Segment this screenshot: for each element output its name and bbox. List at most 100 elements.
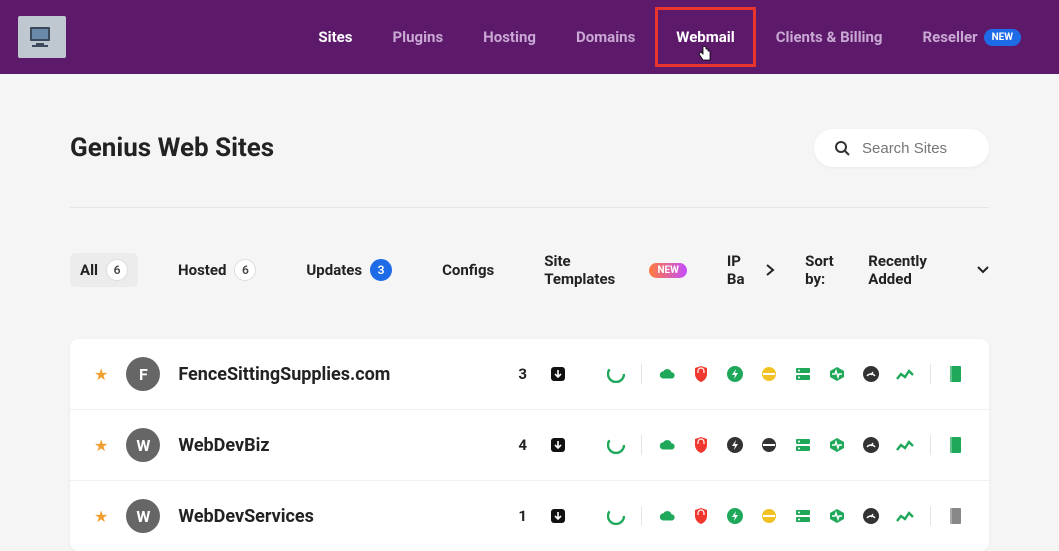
filter-label: Updates <box>306 261 362 279</box>
sort-area: Sort by: Recently Added <box>805 252 989 288</box>
nav-domains[interactable]: Domains <box>556 7 655 67</box>
chart-icon[interactable] <box>896 436 914 454</box>
book-icon[interactable] <box>947 436 965 454</box>
separator <box>930 364 931 384</box>
site-avatar: W <box>126 428 160 462</box>
book-icon[interactable] <box>947 507 965 525</box>
page-title: Genius Web Sites <box>70 133 274 163</box>
chevron-right-icon <box>765 264 775 276</box>
star-icon[interactable]: ★ <box>94 365 108 384</box>
nav-label: Hosting <box>483 28 536 46</box>
shield-icon[interactable] <box>692 436 710 454</box>
count-badge: 3 <box>370 259 392 281</box>
sort-value-text: Recently Added <box>868 252 971 288</box>
filter-label: Hosted <box>178 261 226 279</box>
bolt-icon[interactable] <box>726 436 744 454</box>
new-badge: NEW <box>649 263 686 278</box>
gauge-icon[interactable] <box>862 365 880 383</box>
swoosh-icon[interactable] <box>607 436 625 454</box>
site-row[interactable]: ★ F FenceSittingSupplies.com 3 <box>70 339 989 410</box>
shield-icon[interactable] <box>692 365 710 383</box>
chart-icon[interactable] <box>896 507 914 525</box>
filter-all[interactable]: All 6 <box>70 253 138 287</box>
update-count: 1 <box>518 507 527 525</box>
chart-icon[interactable] <box>896 365 914 383</box>
site-row[interactable]: ★ W WebDevBiz 4 <box>70 410 989 481</box>
filter-updates[interactable]: Updates 3 <box>296 253 402 287</box>
filter-more[interactable]: IP Ba <box>727 252 775 288</box>
separator <box>641 435 642 455</box>
nav-hosting[interactable]: Hosting <box>463 7 556 67</box>
search-box[interactable] <box>814 129 989 167</box>
bolt-icon[interactable] <box>726 507 744 525</box>
divider <box>70 207 989 208</box>
sort-dropdown[interactable]: Recently Added <box>868 252 989 288</box>
nav-clients-billing[interactable]: Clients & Billing <box>756 7 903 67</box>
pulse-icon[interactable] <box>828 365 846 383</box>
download-icon[interactable] <box>549 507 567 525</box>
chevron-down-icon <box>977 266 989 274</box>
nav-label: Sites <box>318 28 352 46</box>
disc-icon[interactable] <box>760 436 778 454</box>
site-avatar: W <box>126 499 160 533</box>
swoosh-icon[interactable] <box>607 507 625 525</box>
search-input[interactable] <box>862 140 969 157</box>
star-icon[interactable]: ★ <box>94 436 108 455</box>
nav-label: Domains <box>576 28 635 46</box>
separator <box>930 506 931 526</box>
filter-label: All <box>80 261 98 279</box>
nav-label: Plugins <box>392 28 443 46</box>
filter-label: Configs <box>442 261 494 279</box>
separator <box>641 506 642 526</box>
count-badge: 6 <box>106 259 128 281</box>
pulse-icon[interactable] <box>828 507 846 525</box>
separator <box>930 435 931 455</box>
filter-hosted[interactable]: Hosted 6 <box>168 253 266 287</box>
cloud-icon[interactable] <box>658 365 676 383</box>
separator <box>641 364 642 384</box>
cloud-icon[interactable] <box>658 507 676 525</box>
cloud-icon[interactable] <box>658 436 676 454</box>
icon-strip: 1 <box>518 506 965 526</box>
gauge-icon[interactable] <box>862 507 880 525</box>
site-row[interactable]: ★ W WebDevServices 1 <box>70 481 989 551</box>
site-name[interactable]: FenceSittingSupplies.com <box>178 364 518 385</box>
filter-templates[interactable]: Site Templates NEW <box>534 246 697 294</box>
cursor-hand-icon <box>698 44 714 64</box>
nav-reseller[interactable]: Reseller NEW <box>903 7 1042 67</box>
server-icon[interactable] <box>794 365 812 383</box>
search-icon <box>834 139 850 157</box>
content-area: Genius Web Sites All 6 Hosted 6 Updates … <box>0 129 1059 551</box>
download-icon[interactable] <box>549 365 567 383</box>
main-nav: Sites Plugins Hosting Domains Webmail Cl… <box>298 7 1041 67</box>
sites-list: ★ F FenceSittingSupplies.com 3 ★ W WebDe… <box>70 339 989 551</box>
filter-label: Site Templates <box>544 252 641 288</box>
disc-icon[interactable] <box>760 365 778 383</box>
gauge-icon[interactable] <box>862 436 880 454</box>
server-icon[interactable] <box>794 507 812 525</box>
filter-label: IP Ba <box>727 252 761 288</box>
nav-webmail[interactable]: Webmail <box>655 7 755 67</box>
nav-sites[interactable]: Sites <box>298 7 372 67</box>
bolt-icon[interactable] <box>726 365 744 383</box>
book-icon[interactable] <box>947 365 965 383</box>
server-icon[interactable] <box>794 436 812 454</box>
site-avatar: F <box>126 357 160 391</box>
pulse-icon[interactable] <box>828 436 846 454</box>
disc-icon[interactable] <box>760 507 778 525</box>
star-icon[interactable]: ★ <box>94 507 108 526</box>
logo[interactable] <box>18 16 66 58</box>
nav-plugins[interactable]: Plugins <box>372 7 463 67</box>
icon-strip: 4 <box>518 435 965 455</box>
filter-configs[interactable]: Configs <box>432 255 504 285</box>
swoosh-icon[interactable] <box>607 365 625 383</box>
update-count: 3 <box>518 365 527 383</box>
new-badge: NEW <box>984 29 1021 46</box>
nav-label: Clients & Billing <box>776 28 883 46</box>
site-name[interactable]: WebDevBiz <box>178 435 518 456</box>
site-name[interactable]: WebDevServices <box>178 506 518 527</box>
top-navbar: Sites Plugins Hosting Domains Webmail Cl… <box>0 0 1059 74</box>
shield-icon[interactable] <box>692 507 710 525</box>
filter-row: All 6 Hosted 6 Updates 3 Configs Site Te… <box>70 246 989 294</box>
download-icon[interactable] <box>549 436 567 454</box>
